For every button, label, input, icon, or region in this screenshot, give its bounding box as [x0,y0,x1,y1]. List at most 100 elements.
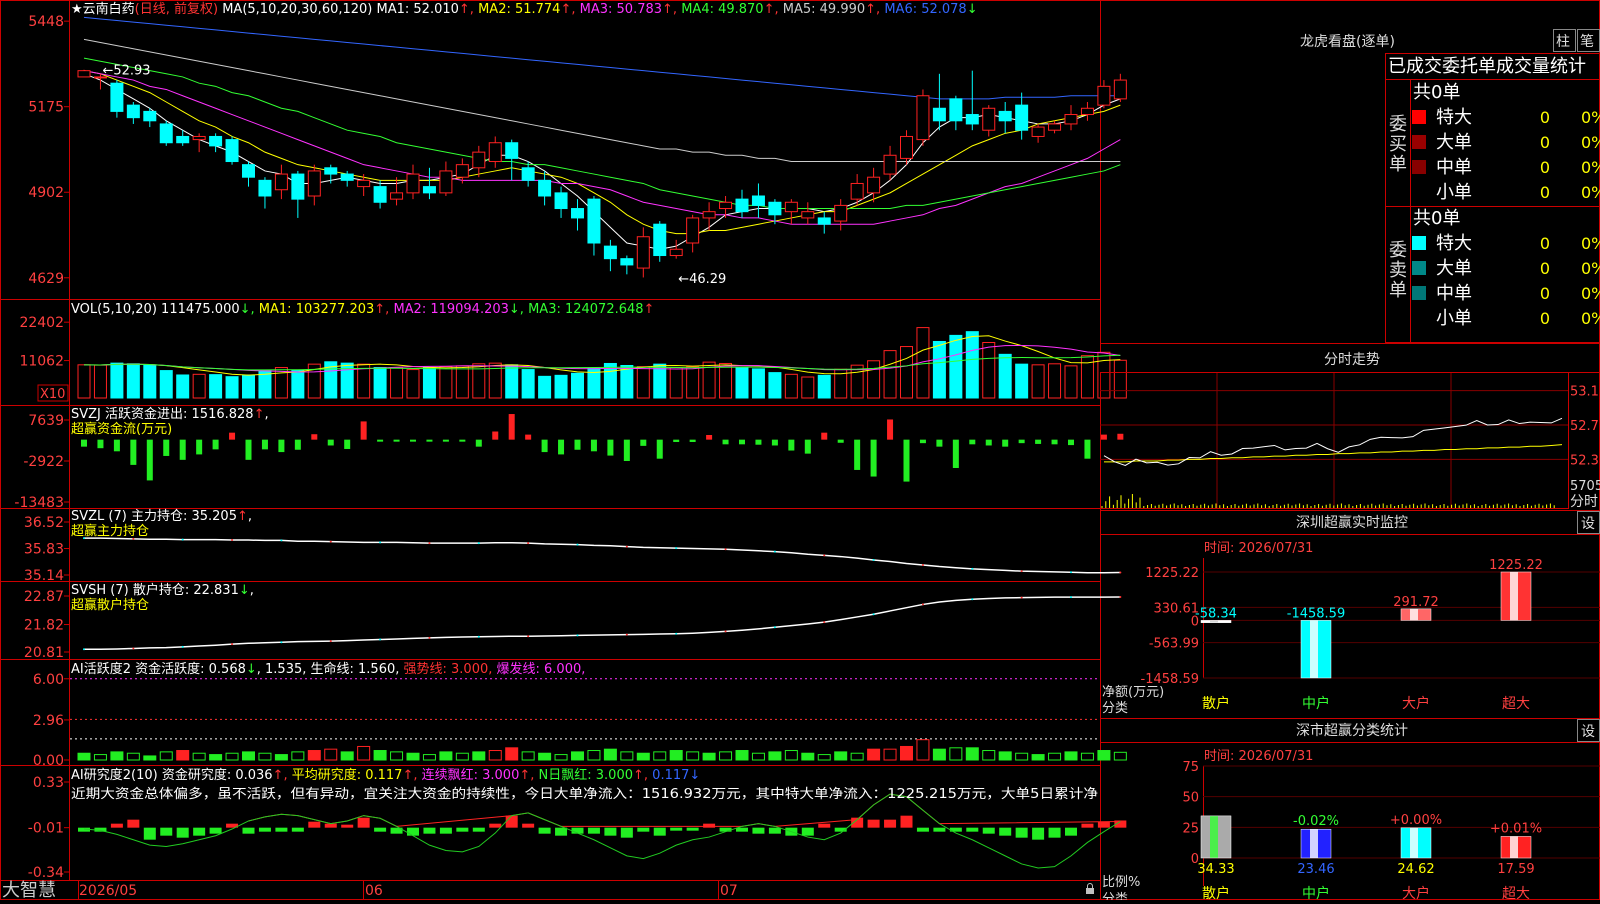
flow-bar[interactable] [952,439,959,468]
activity-bar[interactable] [554,754,568,761]
activity-bar[interactable] [719,751,733,761]
research-bar[interactable] [456,827,469,832]
research-bar[interactable] [505,815,518,828]
activity-bar[interactable] [307,750,321,761]
volume-bar[interactable] [538,375,552,399]
research-bar[interactable] [818,823,831,828]
research-bar[interactable] [522,823,535,828]
flow-bar[interactable] [640,439,647,446]
candle-body[interactable] [242,164,255,178]
activity-bar[interactable] [653,751,667,761]
main-holding-panel[interactable]: 36.5235.8335.14SVZL (7) 主力持仓: 35.205↑,超赢… [24,509,1122,584]
candle-body[interactable] [751,195,765,206]
volume-bar[interactable] [998,353,1012,399]
research-bar[interactable] [982,827,995,834]
candle-body[interactable] [143,110,157,122]
research-bar[interactable] [1065,827,1077,836]
flow-bar[interactable] [689,439,696,442]
candle-body[interactable] [768,201,782,216]
volume-bar[interactable] [554,374,568,399]
candle-body[interactable] [1064,114,1078,125]
volume-bar[interactable] [751,368,765,399]
activity-bar[interactable] [603,748,617,761]
candle-body[interactable] [357,179,371,188]
pen-mode-button[interactable]: 笔 [1577,29,1600,52]
candle-body[interactable] [949,98,963,122]
flow-bar[interactable] [1084,439,1091,459]
volume-bar[interactable] [159,370,173,399]
candle-body[interactable] [883,154,897,175]
research-bar[interactable] [637,827,650,832]
flow-bar[interactable] [327,439,334,446]
volume-bar[interactable] [93,364,107,399]
lock-icon[interactable] [1086,883,1094,895]
activity-bar[interactable] [1064,751,1078,761]
activity-bar[interactable] [472,751,486,761]
candle-body[interactable] [209,135,223,147]
candle-body[interactable] [1048,123,1062,131]
volume-bar[interactable] [242,374,255,399]
research-bar[interactable] [867,819,880,828]
activity-bar[interactable] [390,751,404,761]
realtime-monitor-panel[interactable]: 深圳超赢实时监控 设时间: 2026/07/311225.22330.610-56… [1100,510,1600,717]
candle-body[interactable] [1031,126,1045,137]
candle-body[interactable] [422,186,436,194]
activity-bar[interactable] [965,747,979,761]
activity-bar[interactable] [406,752,420,761]
volume-bar[interactable] [1113,359,1127,399]
volume-bar[interactable] [274,367,288,399]
candle-body[interactable] [340,173,354,181]
candle-body[interactable] [538,179,552,197]
flow-bar[interactable] [410,439,416,442]
activity-bar[interactable] [982,750,996,761]
activity-bar[interactable] [801,752,815,761]
activity-bar[interactable] [274,754,288,761]
activity-bar[interactable] [817,754,831,761]
candle-body[interactable] [472,151,486,169]
candle-body[interactable] [900,135,913,159]
activity-bar[interactable] [192,752,206,761]
volume-bar[interactable] [390,367,404,399]
volume-bar[interactable] [1015,363,1029,399]
flow-bar[interactable] [854,439,861,470]
research-bar[interactable] [209,827,222,834]
flow-bar[interactable] [163,439,170,456]
volume-bar[interactable] [883,350,897,399]
activity-bar[interactable] [1031,754,1045,761]
retail-holding-panel[interactable]: 22.8721.8220.81SVSH (7) 散户持仓: 22.831↓,超赢… [24,582,1122,661]
candle-body[interactable] [801,211,815,219]
flow-bar[interactable] [278,439,285,453]
volume-panel[interactable]: 2240211062X10VOL(5,10,20) 111475.000↓, M… [19,302,1127,402]
research-bar[interactable] [587,827,600,834]
candle-body[interactable] [916,95,930,141]
candle-body[interactable] [1080,107,1094,116]
activity-bar[interactable] [357,745,371,761]
intraday-panel[interactable]: 分时走势 53.17 52.75 52.33 5705分时 [1100,343,1600,511]
flow-bar[interactable] [1100,434,1107,440]
activity-bar[interactable] [867,748,881,761]
candle-body[interactable] [817,217,831,225]
activity-bar[interactable] [587,750,601,761]
research-bar[interactable] [1097,821,1110,828]
flow-bar[interactable] [1018,439,1025,444]
flow-bar[interactable] [113,439,120,452]
category-bar[interactable] [1400,608,1432,621]
candle-body[interactable] [505,142,519,159]
candle-body[interactable] [258,179,272,197]
candle-body[interactable] [521,167,535,181]
activity-bar[interactable] [439,751,453,761]
flow-bar[interactable] [459,439,466,442]
flow-bar[interactable] [804,439,811,454]
candle-body[interactable] [784,201,798,213]
candle-body[interactable] [77,70,91,78]
research-bar[interactable] [324,823,337,828]
activity-bar[interactable] [422,754,436,761]
research-bar[interactable] [752,827,765,834]
candle-body[interactable] [735,198,749,213]
flow-bar[interactable] [130,439,137,465]
research-bar[interactable] [275,827,288,832]
volume-bar[interactable] [735,367,749,399]
candle-body[interactable] [455,164,469,178]
volume-bar[interactable] [1064,365,1078,399]
volume-bar[interactable] [719,362,733,399]
